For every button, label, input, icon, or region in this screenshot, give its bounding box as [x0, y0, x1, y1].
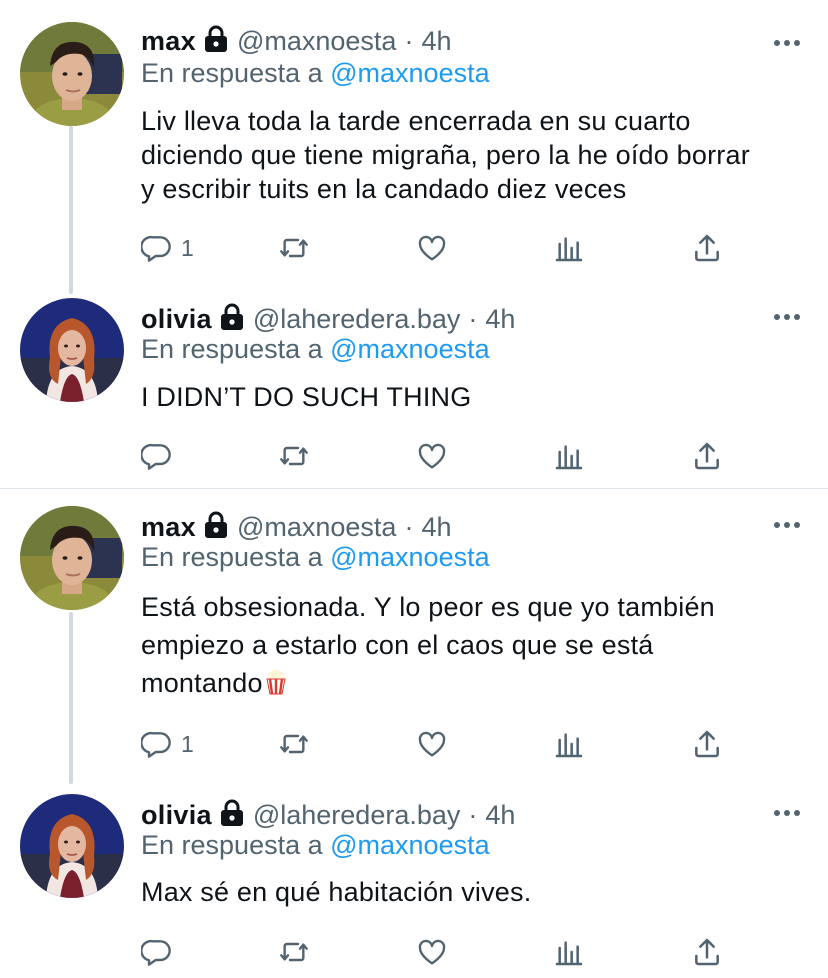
reply-context: En respuesta a @maxnoesta — [141, 830, 490, 861]
reply-icon — [141, 939, 171, 966]
share-icon — [695, 938, 719, 966]
reply-prefix: En respuesta a — [141, 830, 331, 860]
tweet[interactable]: olivia @laheredera.bay · 4h En respuesta… — [0, 0, 828, 978]
action-bar — [141, 932, 741, 972]
lock-icon — [219, 799, 245, 827]
separator: · — [468, 799, 478, 830]
retweet-icon — [280, 942, 308, 962]
tweet-header: olivia @laheredera.bay · 4h — [141, 796, 515, 834]
handle[interactable]: @laheredera.bay — [253, 800, 461, 831]
share-button[interactable] — [691, 932, 723, 972]
avatar[interactable] — [20, 794, 124, 898]
like-button[interactable] — [416, 932, 448, 972]
analytics-button[interactable] — [553, 932, 585, 972]
timestamp[interactable]: 4h — [485, 800, 515, 831]
more-icon[interactable] — [774, 806, 800, 820]
retweet-button[interactable] — [278, 932, 310, 972]
reply-mention-link[interactable]: @maxnoesta — [330, 830, 489, 860]
avatar-olivia-image — [20, 794, 124, 898]
display-name[interactable]: olivia — [141, 800, 212, 831]
reply-button[interactable] — [141, 932, 181, 972]
heart-icon — [418, 939, 446, 965]
analytics-icon — [555, 941, 583, 966]
tweet-text: Max sé en qué habitación vives. — [141, 877, 532, 907]
